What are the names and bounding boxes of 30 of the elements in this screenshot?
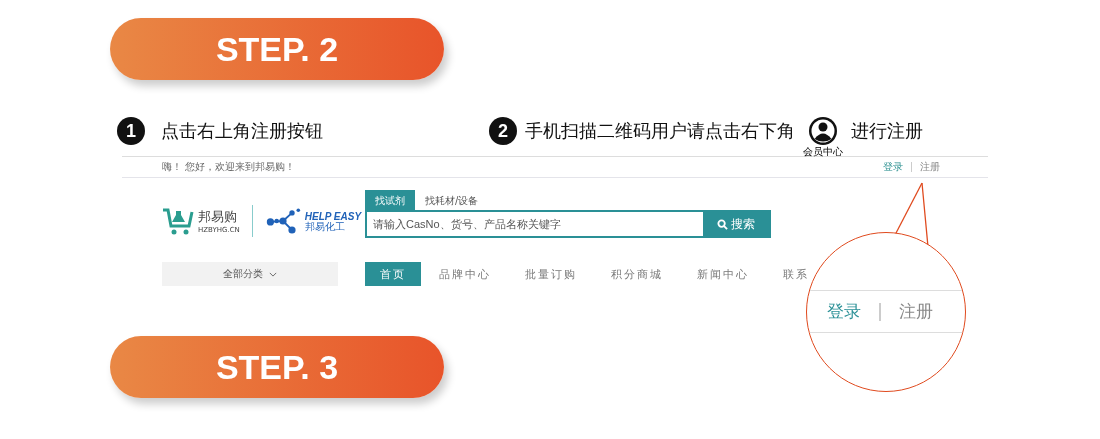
partner-subtitle: 邦易化工 bbox=[304, 221, 346, 232]
logo-name: 邦易购 bbox=[198, 208, 238, 226]
search-tab[interactable]: 找试剂 bbox=[365, 190, 415, 210]
chevron-down-icon bbox=[269, 271, 277, 277]
register-link[interactable]: 注册 bbox=[920, 160, 940, 174]
step-text: 进行注册 bbox=[851, 119, 923, 143]
molecule-logo-icon bbox=[264, 207, 301, 235]
icon-caption: 会员中心 bbox=[803, 145, 843, 157]
step-number: 1 bbox=[117, 117, 145, 145]
step-banner: STEP. 3 bbox=[110, 336, 444, 398]
login-link[interactable]: 登录 bbox=[883, 160, 903, 174]
nav-tab[interactable]: 首页 bbox=[365, 262, 421, 286]
cart-logo-icon bbox=[162, 206, 194, 236]
category-dropdown[interactable]: 全部分类 bbox=[162, 262, 338, 286]
nav-tab[interactable]: 批量订购 bbox=[525, 262, 577, 286]
nav-tab[interactable]: 新闻中心 bbox=[697, 262, 749, 286]
nav-tab[interactable]: 联系 bbox=[783, 262, 809, 286]
step-banner: STEP. 2 bbox=[110, 18, 444, 80]
nav-tab[interactable]: 积分商城 bbox=[611, 262, 663, 286]
partner-name: HELP EASY bbox=[304, 210, 362, 222]
search-field[interactable]: 请输入CasNo、货号、产品名称关键字 搜索 bbox=[365, 210, 771, 238]
step-text: 手机扫描二维码用户请点击右下角 bbox=[525, 119, 795, 143]
greeting-text: 嗨！ 您好，欢迎来到邦易购！ bbox=[162, 160, 296, 174]
search-button[interactable]: 搜索 bbox=[703, 212, 769, 236]
search-icon bbox=[717, 218, 728, 230]
user-icon bbox=[808, 115, 838, 146]
step-number: 2 bbox=[489, 117, 517, 145]
step-text: 点击右上角注册按钮 bbox=[161, 119, 323, 143]
nav-tab[interactable]: 品牌中心 bbox=[439, 262, 491, 286]
search-tab[interactable]: 找耗材/设备 bbox=[415, 190, 489, 210]
